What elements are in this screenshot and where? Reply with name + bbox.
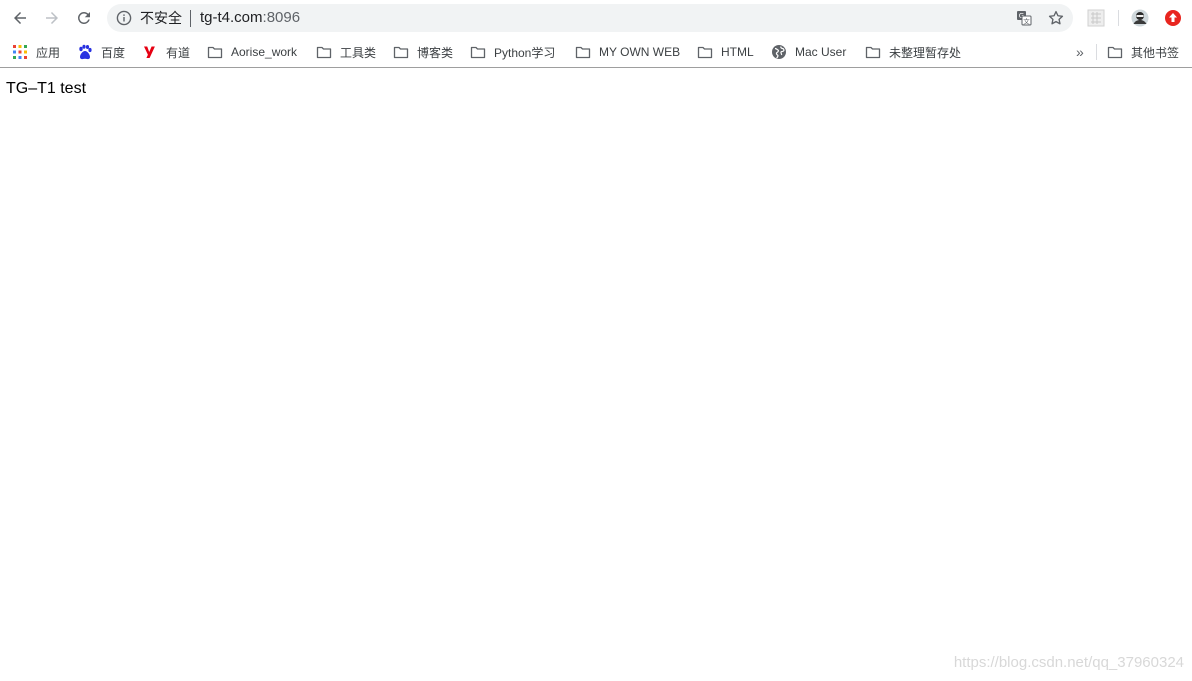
reload-icon (77, 11, 90, 24)
apps-grid-icon (13, 45, 27, 59)
arrow-left-icon (14, 12, 26, 24)
info-icon[interactable] (116, 10, 132, 26)
url-text[interactable]: tg-t4.com:8096 (200, 9, 300, 27)
folder-icon (470, 46, 486, 59)
svg-text:文: 文 (1023, 16, 1030, 25)
profile-avatar-icon[interactable] (1131, 9, 1149, 27)
bookmark-label: 有道 (166, 45, 191, 60)
page-body-text: TG–T1 test (6, 80, 87, 97)
browser-toolbar: 不安全 tg-t4.com:8096 G 文 (0, 0, 1192, 36)
back-button[interactable] (8, 6, 32, 30)
folder-icon (697, 46, 713, 59)
folder-icon (865, 46, 881, 59)
address-divider (190, 10, 191, 27)
extension-red-icon[interactable] (1164, 9, 1182, 27)
chevron-double-right-icon: » (1076, 44, 1084, 60)
globe-icon (772, 45, 786, 59)
url-host: tg-t4.com (200, 9, 263, 26)
bookmark-label: HTML (721, 45, 754, 59)
bookmark-mac-user[interactable]: Mac User (771, 41, 846, 63)
bookmark-apps[interactable]: 应用 (12, 41, 60, 63)
bookmark-other-bookmarks[interactable]: 其他书签 (1107, 41, 1179, 63)
bookmark-label: Python学习 (494, 45, 556, 60)
folder-icon (207, 46, 223, 59)
bookmark-baidu[interactable]: 百度 (77, 41, 125, 63)
folder-icon (316, 46, 332, 59)
bookmark-label: Aorise_work (231, 45, 298, 59)
bookmark-label: 博客类 (417, 45, 454, 60)
bookmark-folder-html[interactable]: HTML (697, 41, 754, 63)
toolbar-divider (1118, 10, 1119, 26)
bookmark-folder-aorise-work[interactable]: Aorise_work (207, 41, 297, 63)
bookmarks-bar: 应用 百度 有道 Aorise_work 工具类 博客类 Python学习 MY… (0, 36, 1192, 68)
bookmark-label: 未整理暂存处 (889, 45, 962, 60)
watermark-text: https://blog.csdn.net/qq_37960324 (953, 654, 1184, 671)
reload-button[interactable] (72, 6, 96, 30)
bookmark-label: Mac User (795, 45, 847, 59)
youdao-icon (144, 46, 155, 58)
bookmark-folder-python[interactable]: Python学习 (470, 41, 555, 63)
folder-icon (1107, 46, 1123, 59)
bookmark-folder-blogs[interactable]: 博客类 (393, 41, 453, 63)
baidu-paw-icon (79, 44, 92, 60)
bookmark-label: 其他书签 (1131, 45, 1180, 60)
bookmark-label: 应用 (36, 45, 61, 60)
arrow-right-icon (46, 12, 58, 24)
folder-icon (393, 46, 409, 59)
extension-grid-icon[interactable] (1087, 9, 1105, 27)
bookmark-label: 百度 (101, 45, 126, 60)
bookmark-star-icon[interactable] (1047, 9, 1065, 27)
security-status-label[interactable]: 不安全 (140, 10, 182, 26)
bookmark-folder-unsorted[interactable]: 未整理暂存处 (865, 41, 961, 63)
bookmark-youdao[interactable]: 有道 (142, 41, 190, 63)
bookmarks-divider (1096, 44, 1097, 60)
bookmark-folder-my-own-web[interactable]: MY OWN WEB (575, 41, 680, 63)
folder-icon (575, 46, 591, 59)
address-bar[interactable]: 不安全 tg-t4.com:8096 G 文 (107, 4, 1073, 32)
bookmark-folder-tools[interactable]: 工具类 (316, 41, 376, 63)
translate-icon[interactable]: G 文 (1016, 10, 1032, 26)
url-port: :8096 (262, 9, 301, 26)
bookmark-label: MY OWN WEB (599, 45, 681, 59)
forward-button[interactable] (40, 6, 64, 30)
bookmarks-overflow-button[interactable]: » (1076, 41, 1084, 63)
bookmark-label: 工具类 (340, 45, 377, 60)
